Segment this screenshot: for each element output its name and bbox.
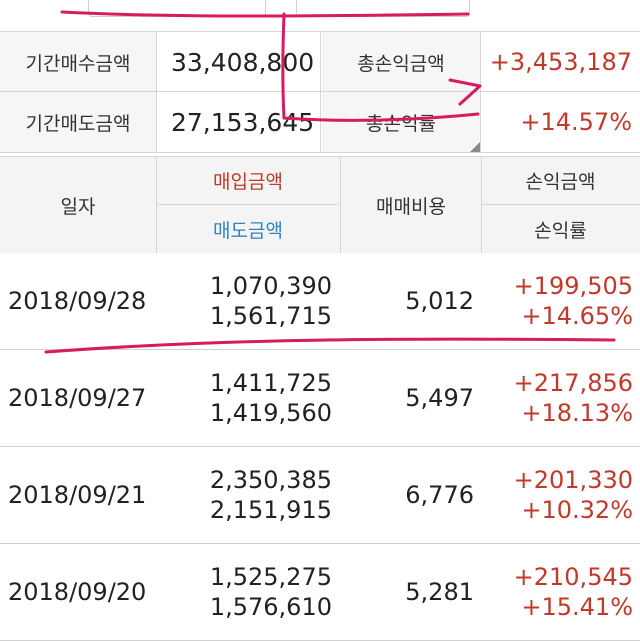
table-row[interactable]: 2018/09/27 1,411,725 1,419,560 5,497 +21… <box>0 350 640 447</box>
header-pl-rate[interactable]: 손익률 <box>481 205 640 253</box>
row-profit: +199,505 +14.65% <box>481 271 633 331</box>
row-profit: +201,330 +10.32% <box>481 465 633 525</box>
corner-marker-icon <box>470 142 480 152</box>
table-header: 일자 매입금액 매도금액 매매비용 손익금액 손익률 <box>0 156 640 254</box>
date-from-button[interactable] <box>88 0 266 17</box>
row-amounts: 2,350,385 2,151,915 <box>160 465 332 525</box>
row-profit: +210,545 +15.41% <box>481 562 633 622</box>
row-sell-amount: 1,561,715 <box>209 302 332 330</box>
total-rate-value: +14.57% <box>520 108 632 136</box>
buy-total-label: 기간매수금액 <box>0 32 157 92</box>
date-to-button[interactable] <box>296 0 470 17</box>
header-fee[interactable]: 매매비용 <box>340 157 482 253</box>
row-fee: 5,497 <box>405 384 474 412</box>
row-date: 2018/09/21 <box>8 481 147 509</box>
row-pl-amount: +210,545 <box>513 563 633 591</box>
trade-list: 2018/09/28 1,070,390 1,561,715 5,012 +19… <box>0 253 640 641</box>
header-pl-amount[interactable]: 손익금액 <box>481 157 640 205</box>
top-toolbar <box>0 0 640 30</box>
row-buy-amount: 1,070,390 <box>209 272 332 300</box>
sell-total-value: 27,153,645 <box>157 92 321 152</box>
total-rate-label-text: 총손익률 <box>366 112 436 135</box>
row-pl-rate: +10.32% <box>521 496 633 524</box>
row-date: 2018/09/27 <box>8 384 147 412</box>
header-date[interactable]: 일자 <box>0 157 157 253</box>
sell-total-label: 기간매도금액 <box>0 92 157 152</box>
row-buy-amount: 1,411,725 <box>209 369 332 397</box>
row-sell-amount: 1,576,610 <box>209 593 332 621</box>
row-amounts: 1,070,390 1,561,715 <box>160 271 332 331</box>
table-row[interactable]: 2018/09/28 1,070,390 1,561,715 5,012 +19… <box>0 253 640 350</box>
buy-total-value: 33,408,800 <box>157 32 321 92</box>
summary-row-buy: 기간매수금액 33,408,800 총손익금액 +3,453,187 <box>0 31 640 92</box>
header-buy-amount[interactable]: 매입금액 <box>157 157 339 205</box>
summary-table: 기간매수금액 33,408,800 총손익금액 +3,453,187 기간매도금… <box>0 31 640 153</box>
row-fee: 5,281 <box>405 578 474 606</box>
row-fee: 6,776 <box>405 481 474 509</box>
row-sell-amount: 2,151,915 <box>209 496 332 524</box>
header-sell-amount[interactable]: 매도금액 <box>157 205 339 253</box>
row-buy-amount: 1,525,275 <box>209 563 332 591</box>
row-pl-rate: +15.41% <box>521 593 633 621</box>
total-pl-value: +3,453,187 <box>489 48 632 76</box>
total-pl-label: 총손익금액 <box>322 32 481 92</box>
summary-row-sell: 기간매도금액 27,153,645 총손익률 +14.57% <box>0 91 640 153</box>
row-fee: 5,012 <box>405 287 474 315</box>
row-profit: +217,856 +18.13% <box>481 368 633 428</box>
table-row[interactable]: 2018/09/20 1,525,275 1,576,610 5,281 +21… <box>0 544 640 641</box>
total-rate-label: 총손익률 <box>322 92 481 152</box>
row-amounts: 1,525,275 1,576,610 <box>160 562 332 622</box>
row-pl-amount: +201,330 <box>513 466 633 494</box>
row-pl-rate: +18.13% <box>521 399 633 427</box>
row-buy-amount: 2,350,385 <box>209 466 332 494</box>
row-pl-amount: +199,505 <box>513 272 633 300</box>
row-pl-amount: +217,856 <box>513 369 633 397</box>
row-date: 2018/09/20 <box>8 578 147 606</box>
row-amounts: 1,411,725 1,419,560 <box>160 368 332 428</box>
row-pl-rate: +14.65% <box>521 302 633 330</box>
row-date: 2018/09/28 <box>8 287 147 315</box>
row-sell-amount: 1,419,560 <box>209 399 332 427</box>
table-row[interactable]: 2018/09/21 2,350,385 2,151,915 6,776 +20… <box>0 447 640 544</box>
